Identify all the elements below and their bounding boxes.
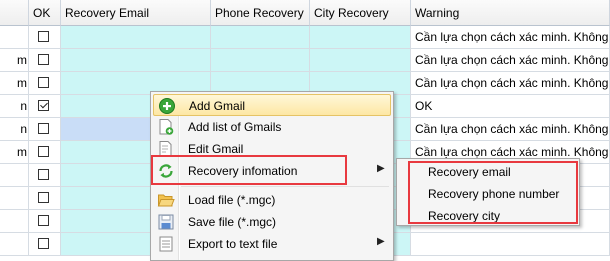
account-cell[interactable]: n (0, 95, 29, 118)
document-add-icon (159, 119, 174, 135)
submenu-item-recovery-city[interactable]: Recovery city (428, 209, 500, 223)
account-cell[interactable]: m (0, 72, 29, 95)
ok-checkbox[interactable] (38, 77, 49, 88)
menu-item-label: Add list of Gmails (188, 120, 282, 134)
account-text: m (17, 145, 27, 159)
account-cell[interactable] (0, 233, 29, 256)
menu-item-edit-gmail[interactable]: Edit Gmail (153, 138, 391, 160)
recovery-email-cell[interactable] (61, 26, 211, 49)
column-header-phone-recovery[interactable]: Phone Recovery (211, 0, 310, 26)
account-cell[interactable] (0, 164, 29, 187)
ok-cell (29, 72, 61, 95)
ok-cell (29, 118, 61, 141)
ok-cell (29, 26, 61, 49)
ok-cell (29, 141, 61, 164)
menu-item-load-file[interactable]: Load file (*.mgc) (153, 189, 391, 211)
account-text: n (20, 122, 27, 136)
ok-checkbox[interactable] (38, 146, 49, 157)
menu-separator (181, 186, 389, 187)
add-circle-icon (159, 98, 175, 114)
ok-cell (29, 49, 61, 72)
menu-item-recovery-information[interactable]: Recovery infomation ▶ (153, 160, 391, 182)
ok-cell (29, 95, 61, 118)
warning-cell[interactable]: Cần lựa chọn cách xác minh. Không (411, 72, 610, 95)
menu-item-label: Save file (*.mgc) (188, 215, 277, 229)
account-cell[interactable]: n (0, 118, 29, 141)
folder-open-icon (157, 194, 175, 207)
save-disk-icon (158, 214, 174, 230)
ok-checkbox[interactable] (38, 31, 49, 42)
menu-item-export-text[interactable]: Export to text file ▶ (153, 233, 391, 255)
warning-cell[interactable]: Cần lựa chọn cách xác minh. Không (411, 49, 610, 72)
account-text: n (20, 99, 27, 113)
ok-cell (29, 210, 61, 233)
account-cell[interactable]: m (0, 49, 29, 72)
phone-recovery-cell[interactable] (211, 49, 310, 72)
submenu-item-recovery-phone[interactable]: Recovery phone number (428, 187, 559, 201)
warning-cell[interactable]: Cần lựa chọn cách xác minh. Không (411, 118, 610, 141)
ok-checkbox[interactable] (38, 54, 49, 65)
table-row[interactable]: Cần lựa chọn cách xác minh. Không (0, 26, 610, 49)
menu-item-label: Add Gmail (189, 99, 246, 113)
document-edit-icon (159, 141, 172, 157)
city-recovery-cell[interactable] (310, 49, 411, 72)
ok-cell (29, 164, 61, 187)
ok-cell (29, 233, 61, 256)
ok-checkbox[interactable] (38, 192, 49, 203)
menu-item-add-list[interactable]: Add list of Gmails (153, 116, 391, 138)
ok-cell (29, 187, 61, 210)
warning-cell[interactable] (411, 233, 610, 256)
warning-cell[interactable]: OK (411, 95, 610, 118)
menu-item-save-file[interactable]: Save file (*.mgc) (153, 211, 391, 233)
menu-item-label: Export to text file (188, 237, 278, 251)
account-text: m (17, 76, 27, 90)
menu-item-add-gmail[interactable]: Add Gmail (153, 94, 391, 116)
column-header-warning[interactable]: Warning (411, 0, 610, 26)
warning-cell[interactable]: Cần lựa chọn cách xác minh. Không (411, 26, 610, 49)
account-cell[interactable] (0, 210, 29, 233)
column-header-city-recovery[interactable]: City Recovery (310, 0, 411, 26)
phone-recovery-cell[interactable] (211, 26, 310, 49)
column-header-ok[interactable]: OK (29, 0, 61, 26)
menu-item-label: Recovery infomation (188, 164, 298, 178)
account-cell[interactable] (0, 26, 29, 49)
ok-checkbox[interactable] (38, 100, 49, 111)
ok-checkbox[interactable] (38, 215, 49, 226)
recovery-submenu: Recovery email Recovery phone number Rec… (396, 158, 580, 226)
context-menu: Add Gmail Add list of Gmails Edit Gmail … (150, 91, 394, 261)
account-cell[interactable]: m (0, 141, 29, 164)
ok-checkbox[interactable] (38, 123, 49, 134)
menu-item-label: Load file (*.mgc) (188, 193, 276, 207)
account-text: m (17, 53, 27, 67)
city-recovery-cell[interactable] (310, 26, 411, 49)
submenu-arrow-icon: ▶ (377, 163, 385, 174)
export-text-icon (159, 236, 173, 252)
ok-checkbox[interactable] (38, 238, 49, 249)
submenu-item-recovery-email[interactable]: Recovery email (428, 165, 511, 179)
menu-item-label: Edit Gmail (188, 142, 244, 156)
recovery-email-cell[interactable] (61, 49, 211, 72)
submenu-arrow-icon: ▶ (377, 236, 385, 247)
column-header-recovery-email[interactable]: Recovery Email (61, 0, 211, 26)
table-row[interactable]: m Cần lựa chọn cách xác minh. Không (0, 49, 610, 72)
refresh-arrows-icon (159, 164, 173, 178)
column-header-left[interactable] (0, 0, 29, 26)
ok-checkbox[interactable] (38, 169, 49, 180)
account-cell[interactable] (0, 187, 29, 210)
